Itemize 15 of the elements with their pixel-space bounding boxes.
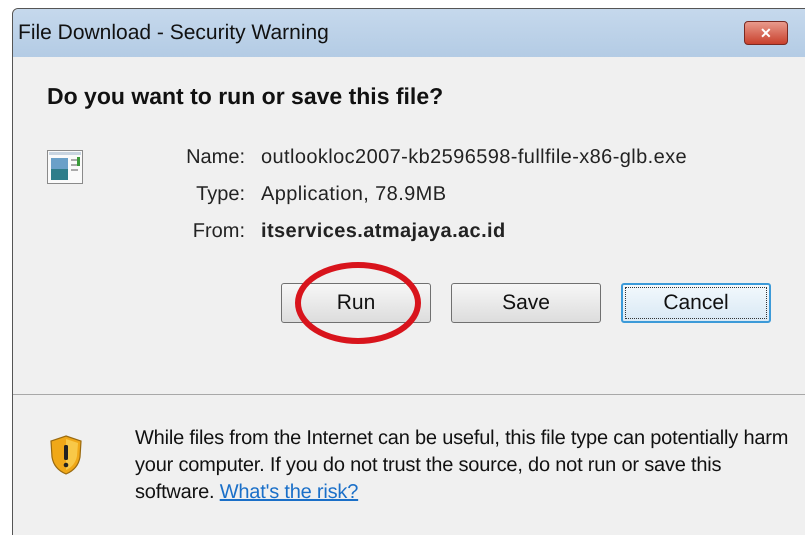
field-value: itservices.atmajaya.ac.id	[261, 220, 507, 243]
window-title: File Download - Security Warning	[18, 21, 329, 45]
field-label: From:	[192, 220, 245, 243]
dialog-button[interactable]: Save	[451, 283, 601, 323]
warning-message: While files from the Internet can be useful, this file type can potentially harm your computer. If you do not trust the source, do not run or save this software. What's the risk?	[135, 426, 790, 505]
risk-link[interactable]: What's the risk?	[220, 481, 358, 503]
dialog-button[interactable]: Cancel	[621, 283, 771, 323]
field-value: Application, 78.9MB	[261, 183, 448, 206]
field-label: Type:	[195, 183, 245, 206]
field-label: Name:	[185, 146, 245, 169]
application-window-icon	[47, 150, 83, 184]
field-value: outlookloc2007-kb2596598-fullfile-x86-glb.exe	[261, 146, 688, 169]
dialog-heading: Do you want to run or save this file?	[47, 83, 444, 110]
shield-warning-icon	[50, 435, 82, 475]
dialog-button[interactable]: Run	[281, 283, 431, 323]
